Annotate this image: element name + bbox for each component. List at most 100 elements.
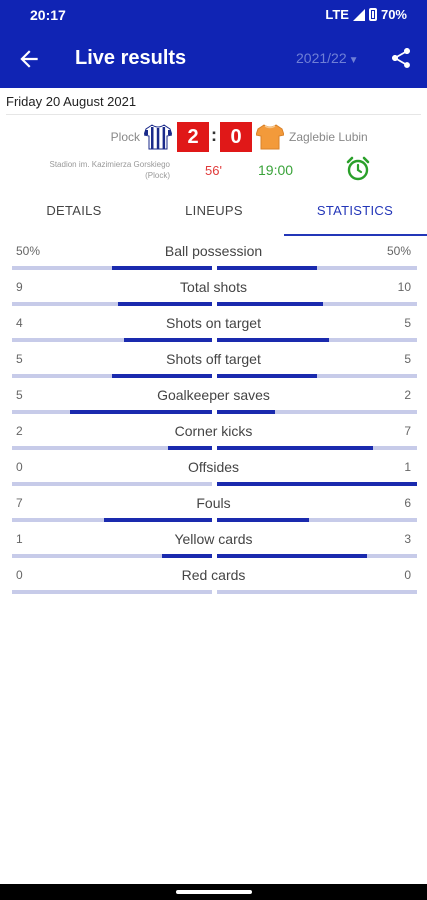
- match-date: Friday 20 August 2021: [6, 94, 137, 109]
- home-gesture-handle[interactable]: [176, 890, 252, 894]
- stat-away-bar: [217, 302, 417, 306]
- network-label: LTE: [325, 7, 349, 22]
- stat-away-value: 3: [404, 532, 411, 546]
- stat-away-bar: [217, 410, 417, 414]
- score-separator: :: [211, 125, 217, 145]
- stat-away-value: 1: [404, 460, 411, 474]
- away-jersey-icon: [256, 124, 284, 150]
- stadium-name: Stadion im. Kazimierza Gorskiego: [49, 160, 171, 169]
- stat-home-bar-fill: [104, 518, 212, 522]
- stat-away-value: 2: [404, 388, 411, 402]
- status-indicators: LTE 70%: [325, 7, 407, 22]
- stat-away-bar-fill: [217, 446, 373, 450]
- stat-name: Corner kicks: [174, 423, 253, 439]
- stat-home-bar-fill: [124, 338, 212, 342]
- stat-home-bar: [12, 518, 212, 522]
- stat-row: 7 Fouls 6: [0, 492, 427, 528]
- stat-home-bar: [12, 410, 212, 414]
- stat-name: Red cards: [181, 567, 246, 583]
- divider: [6, 114, 421, 115]
- status-time: 20:17: [30, 7, 66, 23]
- kickoff-time: 19:00: [258, 162, 294, 178]
- stat-away-value: 7: [404, 424, 411, 438]
- stat-home-bar-fill: [112, 266, 212, 270]
- stat-away-bar: [217, 374, 417, 378]
- page-title: Live results: [75, 47, 187, 69]
- stat-home-bar: [12, 446, 212, 450]
- back-arrow-icon[interactable]: [16, 46, 42, 72]
- chevron-down-icon: ▼: [348, 55, 359, 66]
- stat-row: 5 Shots off target 5: [0, 348, 427, 384]
- stat-home-bar-fill: [118, 302, 212, 306]
- stat-away-bar: [217, 518, 417, 522]
- tab-indicator: [284, 234, 427, 236]
- stat-away-bar-fill: [217, 482, 417, 486]
- statistics-list: 50% Ball possession 50% 9 Total shots 10 4 Shot…: [0, 240, 427, 600]
- stadium-city: (Plock): [145, 171, 170, 180]
- screen: 20:17 LTE 70% Live results 2021/22 ▼ Frid…: [0, 0, 427, 900]
- stat-away-value: 0: [404, 568, 411, 582]
- stat-away-bar-fill: [217, 302, 323, 306]
- stat-away-bar: [217, 338, 417, 342]
- stat-away-bar: [217, 266, 417, 270]
- stat-row: 50% Ball possession 50%: [0, 240, 427, 276]
- signal-icon: [352, 8, 365, 21]
- stat-name: Shots on target: [166, 315, 261, 331]
- match-minute: 56': [205, 163, 222, 178]
- app-bar: Live results 2021/22 ▼: [0, 32, 427, 88]
- stat-row: 1 Yellow cards 3: [0, 528, 427, 564]
- stat-home-bar: [12, 302, 212, 306]
- away-score: 0: [220, 122, 252, 152]
- stat-name: Offsides: [187, 459, 240, 475]
- stat-home-bar: [12, 590, 212, 594]
- stat-name: Ball possession: [164, 243, 263, 259]
- tab-details[interactable]: DETAILS: [3, 196, 145, 236]
- stat-away-bar-fill: [217, 374, 317, 378]
- battery-icon: [368, 8, 377, 21]
- away-team-name: Zaglebie Lubin: [289, 130, 368, 144]
- stat-name: Shots off target: [166, 351, 261, 367]
- stat-home-bar: [12, 554, 212, 558]
- stat-away-bar-fill: [217, 518, 309, 522]
- stat-row: 4 Shots on target 5: [0, 312, 427, 348]
- stat-home-bar-fill: [162, 554, 212, 558]
- stat-row: 0 Red cards 0: [0, 564, 427, 600]
- stat-away-bar-fill: [217, 338, 329, 342]
- tab-lineups[interactable]: LINEUPS: [143, 196, 285, 236]
- share-icon[interactable]: [389, 46, 413, 70]
- season-selector[interactable]: 2021/22 ▼: [296, 50, 359, 66]
- stat-row: 5 Goalkeeper saves 2: [0, 384, 427, 420]
- stat-home-bar-fill: [168, 446, 212, 450]
- stat-row: 0 Offsides 1: [0, 456, 427, 492]
- home-score: 2: [177, 122, 209, 152]
- tab-bar: DETAILS LINEUPS STATISTICS: [0, 196, 427, 236]
- tab-statistics[interactable]: STATISTICS: [284, 196, 426, 236]
- stat-row: 2 Corner kicks 7: [0, 420, 427, 456]
- stat-away-value: 5: [404, 352, 411, 366]
- alarm-clock-icon[interactable]: [345, 156, 371, 182]
- stat-away-value: 6: [404, 496, 411, 510]
- season-label: 2021/22: [296, 50, 347, 66]
- stat-name: Yellow cards: [174, 531, 253, 547]
- stat-away-value: 5: [404, 316, 411, 330]
- stat-away-bar-fill: [217, 266, 317, 270]
- stat-away-bar-fill: [217, 554, 367, 558]
- stadium-info: Stadion im. Kazimierza Gorskiego (Plock): [20, 159, 171, 181]
- stat-away-bar-fill: [217, 410, 275, 414]
- stat-home-bar-fill: [112, 374, 212, 378]
- stat-home-bar-fill: [70, 410, 212, 414]
- battery-level: 70%: [380, 7, 407, 22]
- navigation-bar: [0, 884, 427, 900]
- stat-row: 9 Total shots 10: [0, 276, 427, 312]
- stat-away-bar: [217, 446, 417, 450]
- stat-home-bar: [12, 374, 212, 378]
- stat-home-bar: [12, 482, 212, 486]
- status-bar: 20:17 LTE 70%: [0, 0, 427, 32]
- stat-home-bar: [12, 266, 212, 270]
- stat-name: Total shots: [180, 279, 247, 295]
- stat-name: Goalkeeper saves: [157, 387, 270, 403]
- stat-home-bar: [12, 338, 212, 342]
- home-jersey-icon: [144, 124, 172, 150]
- stat-away-value: 50%: [386, 244, 411, 258]
- stat-away-value: 10: [397, 280, 411, 294]
